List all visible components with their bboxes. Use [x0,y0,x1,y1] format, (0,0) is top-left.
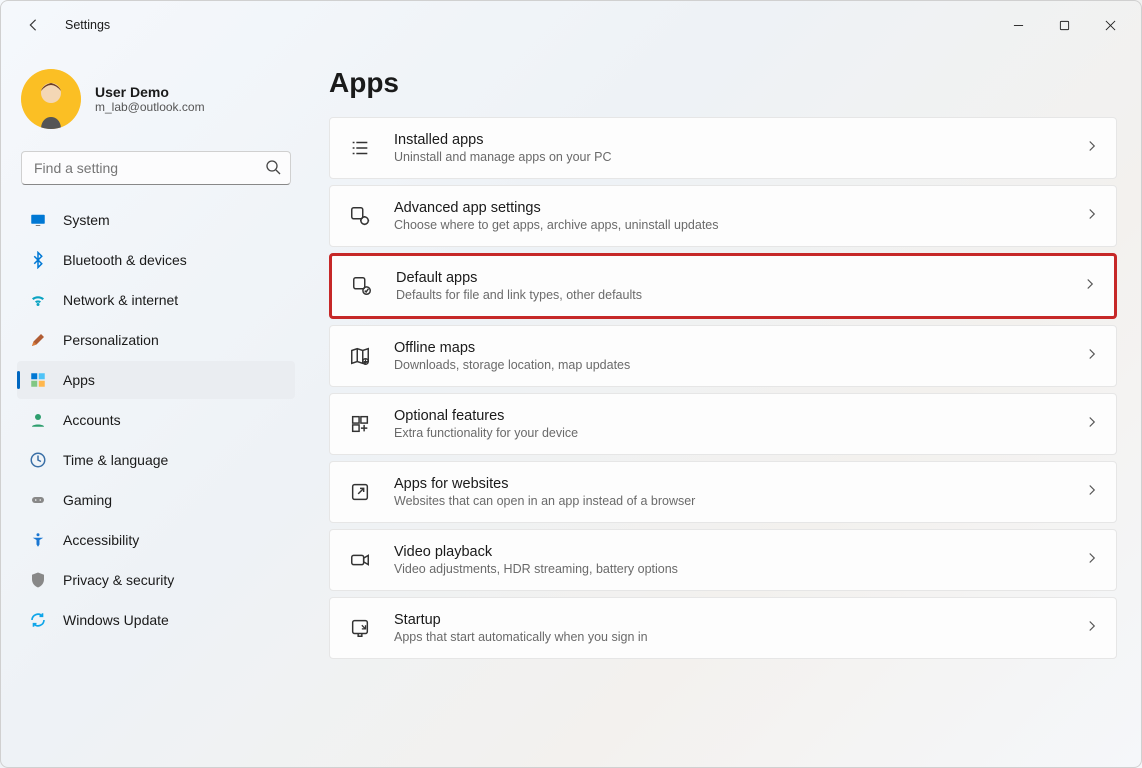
sidebar-item-label: Personalization [63,332,159,348]
search-container [21,151,291,185]
card-advanced-app-settings[interactable]: Advanced app settings Choose where to ge… [329,185,1117,247]
card-title: Startup [394,612,1064,628]
open-external-icon [348,480,372,504]
card-startup[interactable]: Startup Apps that start automatically wh… [329,597,1117,659]
chevron-right-icon [1086,619,1098,637]
add-feature-icon [348,412,372,436]
card-title: Default apps [396,270,1062,286]
back-button[interactable] [17,9,49,41]
sidebar-item-gaming[interactable]: Gaming [17,481,295,519]
paintbrush-icon [29,331,47,349]
card-title: Optional features [394,408,1064,424]
map-icon [348,344,372,368]
sidebar: User Demo m_lab@outlook.com System Bluet… [1,49,311,767]
chevron-right-icon [1086,415,1098,433]
sidebar-item-bluetooth[interactable]: Bluetooth & devices [17,241,295,279]
accessibility-icon [29,531,47,549]
clock-globe-icon [29,451,47,469]
card-subtitle: Choose where to get apps, archive apps, … [394,218,1064,232]
chevron-right-icon [1086,483,1098,501]
sidebar-item-label: Gaming [63,492,112,508]
sidebar-item-system[interactable]: System [17,201,295,239]
card-optional-features[interactable]: Optional features Extra functionality fo… [329,393,1117,455]
main-panel: Apps Installed apps Uninstall and manage… [311,49,1141,767]
sidebar-item-time-language[interactable]: Time & language [17,441,295,479]
card-subtitle: Defaults for file and link types, other … [396,288,1062,302]
card-title: Offline maps [394,340,1064,356]
shield-icon [29,571,47,589]
card-title: Advanced app settings [394,200,1064,216]
chevron-right-icon [1086,347,1098,365]
profile-name: User Demo [95,84,205,100]
maximize-button[interactable] [1041,9,1087,41]
search-icon [265,159,281,180]
sidebar-item-label: Privacy & security [63,572,174,588]
avatar [21,69,81,129]
list-icon [348,136,372,160]
default-apps-icon [350,274,374,298]
card-title: Apps for websites [394,476,1064,492]
display-icon [29,211,47,229]
card-subtitle: Uninstall and manage apps on your PC [394,150,1064,164]
card-subtitle: Video adjustments, HDR streaming, batter… [394,562,1064,576]
close-button[interactable] [1087,9,1133,41]
profile-email: m_lab@outlook.com [95,100,205,114]
bluetooth-icon [29,251,47,269]
card-title: Installed apps [394,132,1064,148]
chevron-right-icon [1084,277,1096,295]
search-input[interactable] [21,151,291,185]
card-subtitle: Websites that can open in an app instead… [394,494,1064,508]
sidebar-item-label: Apps [63,372,95,388]
chevron-right-icon [1086,207,1098,225]
card-subtitle: Downloads, storage location, map updates [394,358,1064,372]
sidebar-item-label: Bluetooth & devices [63,252,187,268]
sidebar-item-apps[interactable]: Apps [17,361,295,399]
sidebar-nav: System Bluetooth & devices Network & int… [13,201,299,639]
sidebar-item-privacy-security[interactable]: Privacy & security [17,561,295,599]
card-subtitle: Extra functionality for your device [394,426,1064,440]
gamepad-icon [29,491,47,509]
card-default-apps[interactable]: Default apps Defaults for file and link … [329,253,1117,319]
sidebar-item-label: System [63,212,110,228]
person-icon [29,411,47,429]
sidebar-item-accounts[interactable]: Accounts [17,401,295,439]
card-installed-apps[interactable]: Installed apps Uninstall and manage apps… [329,117,1117,179]
sidebar-item-personalization[interactable]: Personalization [17,321,295,359]
titlebar: Settings [1,1,1141,49]
startup-icon [348,616,372,640]
video-icon [348,548,372,572]
page-title: Apps [329,67,1117,99]
chevron-right-icon [1086,139,1098,157]
minimize-button[interactable] [995,9,1041,41]
card-subtitle: Apps that start automatically when you s… [394,630,1064,644]
sidebar-item-accessibility[interactable]: Accessibility [17,521,295,559]
profile-block[interactable]: User Demo m_lab@outlook.com [13,61,299,147]
sidebar-item-windows-update[interactable]: Windows Update [17,601,295,639]
sidebar-item-label: Network & internet [63,292,178,308]
card-title: Video playback [394,544,1064,560]
chevron-right-icon [1086,551,1098,569]
sidebar-item-label: Time & language [63,452,168,468]
window-title: Settings [65,18,110,32]
card-offline-maps[interactable]: Offline maps Downloads, storage location… [329,325,1117,387]
apps-icon [29,371,47,389]
sidebar-item-label: Accessibility [63,532,139,548]
sidebar-item-label: Accounts [63,412,121,428]
card-list: Installed apps Uninstall and manage apps… [329,117,1117,659]
sidebar-item-label: Windows Update [63,612,169,628]
card-apps-for-websites[interactable]: Apps for websites Websites that can open… [329,461,1117,523]
wifi-icon [29,291,47,309]
card-video-playback[interactable]: Video playback Video adjustments, HDR st… [329,529,1117,591]
sidebar-item-network[interactable]: Network & internet [17,281,295,319]
app-gear-icon [348,204,372,228]
update-icon [29,611,47,629]
window-controls [995,9,1133,41]
